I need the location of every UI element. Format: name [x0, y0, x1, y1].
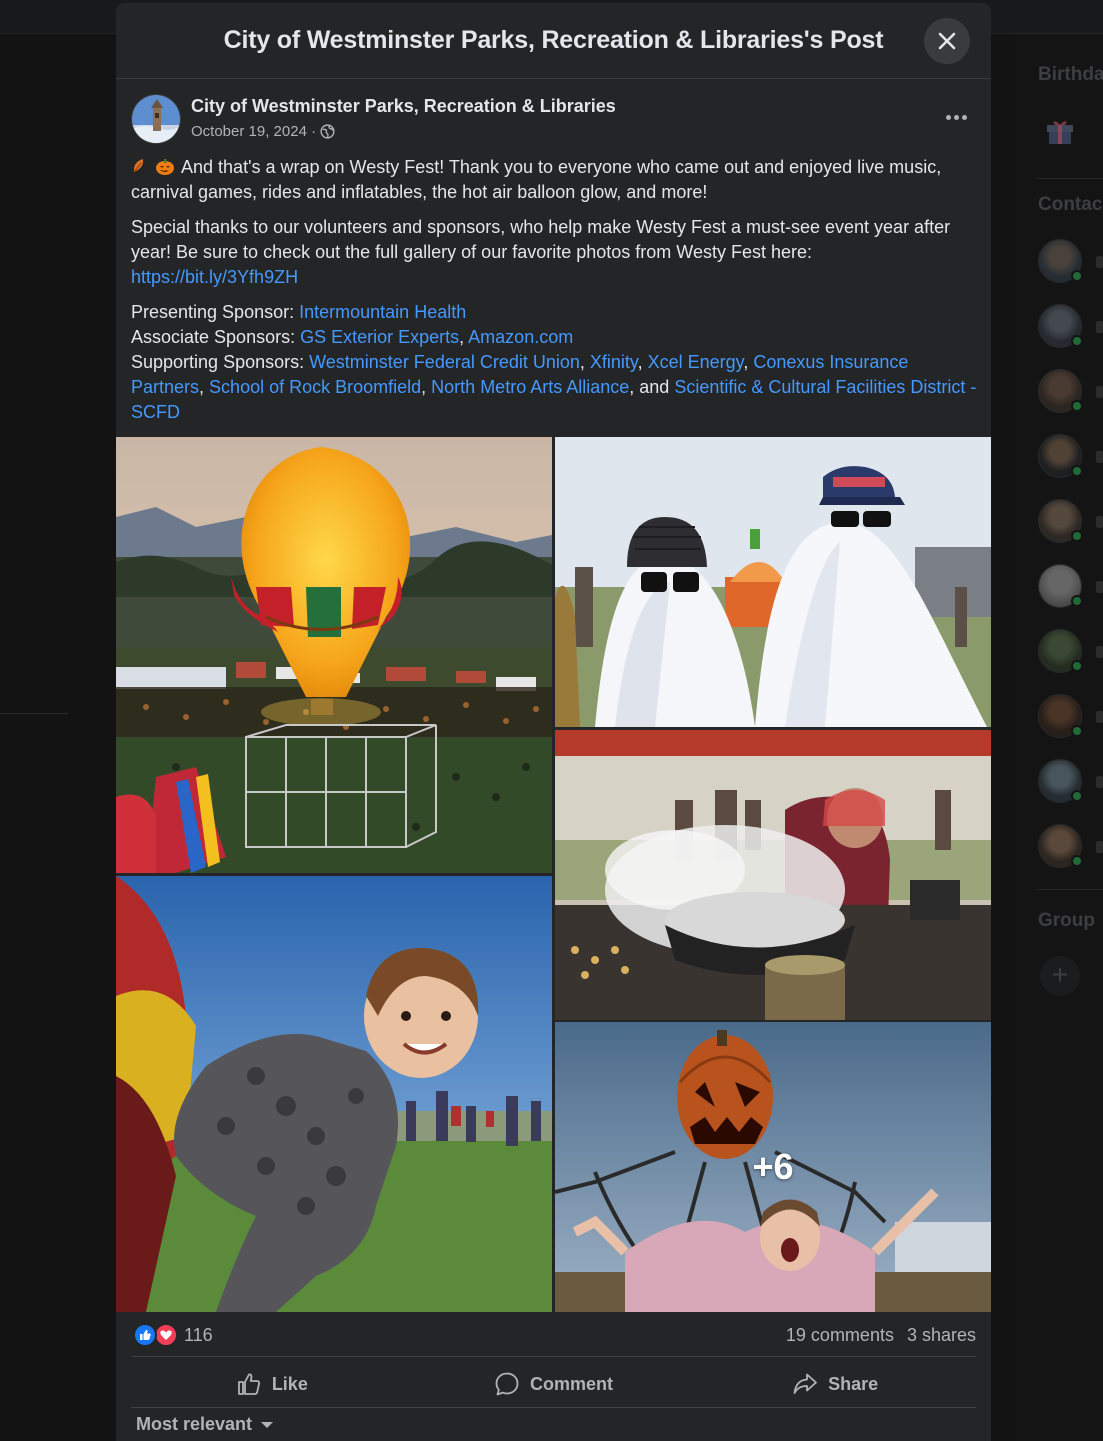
contact-name — [1096, 711, 1103, 723]
reaction-icons[interactable] — [133, 1323, 179, 1347]
sponsor-link[interactable]: Xcel Energy — [648, 352, 744, 372]
contact-name — [1096, 841, 1103, 853]
contact-name — [1096, 321, 1103, 333]
post-text: And that's a wrap on Westy Fest! Thank y… — [131, 157, 977, 422]
contact-name — [1096, 581, 1103, 593]
photo-gallery: +6 — [116, 437, 991, 1312]
fallen-leaf-emoji-icon — [133, 159, 144, 173]
sponsor-link[interactable]: School of Rock Broomfield — [209, 377, 421, 397]
birthdays-heading: Birthda — [1038, 64, 1103, 85]
photo-kettle-corn[interactable] — [555, 730, 991, 1020]
contact-name — [1096, 256, 1103, 268]
contacts-heading: Contac — [1038, 194, 1103, 215]
shares-count[interactable]: 3 shares — [907, 1325, 976, 1346]
comment-sort-label: Most relevant — [136, 1414, 253, 1434]
like-button[interactable]: Like — [131, 1360, 413, 1408]
modal-header: City of Westminster Parks, Recreation & … — [116, 3, 991, 79]
and-text: and — [639, 377, 670, 397]
contact-name — [1096, 776, 1103, 788]
contact-name — [1096, 516, 1103, 528]
post-author[interactable]: City of Westminster Parks, Recreation & … — [191, 96, 616, 117]
contact-avatar[interactable] — [1038, 434, 1083, 478]
associate-sponsors-label: Associate Sponsors: — [131, 327, 296, 347]
post-modal: City of Westminster Parks, Recreation & … — [116, 3, 991, 1441]
share-arrow-icon — [793, 1373, 818, 1394]
contact-avatar[interactable] — [1038, 629, 1083, 673]
contact-avatar[interactable] — [1038, 759, 1083, 803]
engagement-stats: 19 comments 3 shares — [786, 1325, 976, 1346]
comment-sort-dropdown[interactable]: Most relevant — [136, 1414, 274, 1435]
gift-icon — [1047, 121, 1073, 144]
gallery-link[interactable]: https://bit.ly/3Yfh9ZH — [131, 267, 298, 287]
create-group-plus-icon[interactable]: + — [1040, 956, 1080, 996]
close-icon — [938, 32, 956, 50]
sponsor-link[interactable]: North Metro Arts Alliance — [431, 377, 629, 397]
background-divider — [0, 713, 68, 714]
reactions-row: 116 19 comments 3 shares — [131, 1321, 976, 1349]
post-date-text[interactable]: October 19, 2024 · — [191, 123, 316, 140]
contact-avatar[interactable] — [1038, 369, 1083, 413]
contact-avatar[interactable] — [1038, 564, 1083, 608]
close-button[interactable] — [924, 18, 970, 64]
contact-avatar[interactable] — [1038, 239, 1083, 283]
post-actions: Like Comment Share — [131, 1360, 976, 1408]
contact-avatar[interactable] — [1038, 499, 1083, 543]
share-label: Share — [828, 1373, 879, 1394]
groups-heading: Group — [1038, 910, 1095, 931]
page-avatar[interactable] — [131, 94, 181, 144]
sponsor-link[interactable]: GS Exterior Experts — [300, 327, 459, 347]
comments-count[interactable]: 19 comments — [786, 1325, 894, 1346]
reaction-count[interactable]: 116 — [184, 1325, 213, 1346]
photo-pumpkin-scarecrow[interactable]: +6 — [555, 1022, 991, 1312]
sponsor-link[interactable]: Xfinity — [590, 352, 638, 372]
post-header: City of Westminster Parks, Recreation & … — [131, 93, 976, 145]
contact-avatar[interactable] — [1038, 824, 1083, 868]
divider — [131, 1407, 976, 1408]
supporting-sponsors-label: Supporting Sponsors: — [131, 352, 305, 372]
contact-name — [1096, 646, 1103, 658]
comment-button[interactable]: Comment — [413, 1360, 695, 1408]
contact-avatar[interactable] — [1038, 304, 1083, 348]
sidebar-divider — [1038, 889, 1103, 890]
jack-o-lantern-emoji-icon — [156, 159, 174, 175]
sponsor-link[interactable]: Westminster Federal Credit Union — [309, 352, 580, 372]
photo-boy-costume[interactable] — [116, 876, 552, 1312]
post-date: October 19, 2024 · — [191, 123, 335, 140]
contact-name — [1096, 451, 1103, 463]
sidebar-divider — [1038, 178, 1103, 179]
divider — [131, 1356, 976, 1357]
photo-ghost-costumes[interactable] — [555, 437, 991, 727]
more-options-button[interactable] — [936, 99, 976, 135]
comment-label: Comment — [530, 1373, 614, 1394]
modal-title: City of Westminster Parks, Recreation & … — [223, 26, 884, 54]
post-paragraph-2: Special thanks to our volunteers and spo… — [131, 217, 951, 262]
thumbs-up-icon — [237, 1373, 260, 1395]
more-photos-count[interactable]: +6 — [555, 1022, 991, 1312]
like-label: Like — [271, 1373, 308, 1394]
sponsor-link[interactable]: Intermountain Health — [299, 302, 466, 322]
contact-avatar[interactable] — [1038, 694, 1083, 738]
share-button[interactable]: Share — [694, 1360, 976, 1408]
presenting-sponsor-label: Presenting Sponsor: — [131, 302, 295, 322]
globe-icon — [320, 124, 335, 139]
contact-name — [1096, 386, 1103, 398]
caret-down-icon — [261, 1421, 274, 1428]
comment-bubble-icon — [495, 1372, 519, 1396]
post-paragraph-1: And that's a wrap on Westy Fest! Thank y… — [131, 157, 942, 202]
photo-hot-air-balloon[interactable] — [116, 437, 552, 873]
sponsor-link[interactable]: Amazon.com — [468, 327, 573, 347]
